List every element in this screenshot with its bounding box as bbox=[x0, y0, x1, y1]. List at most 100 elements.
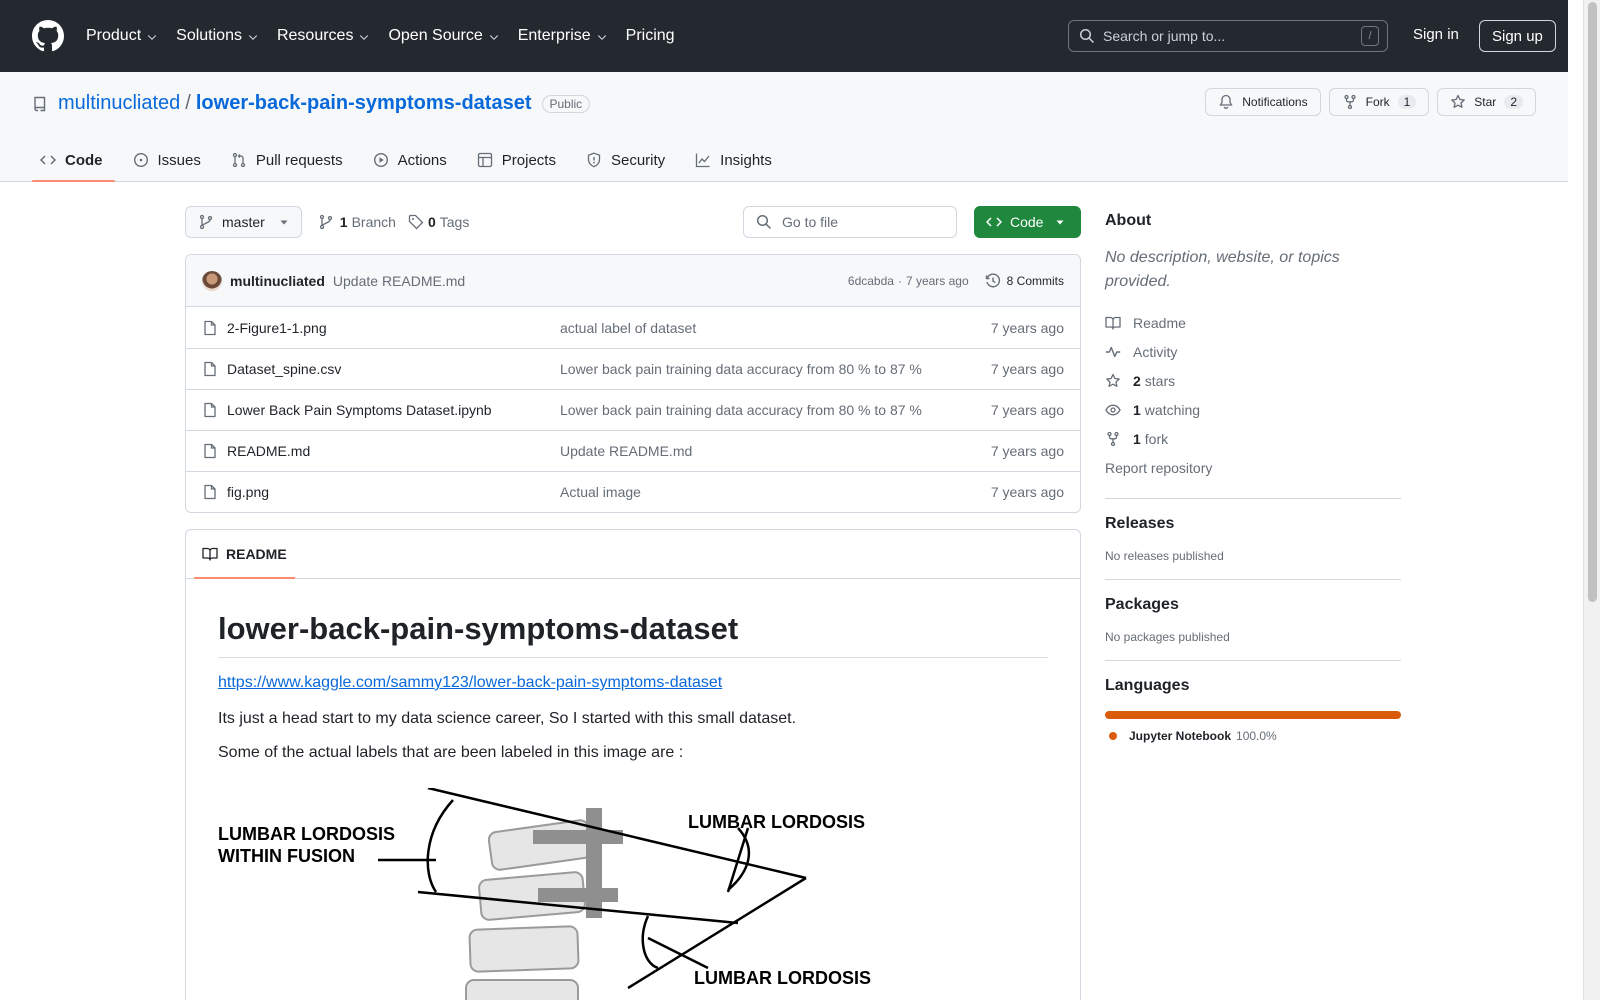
tab-code[interactable]: Code bbox=[32, 138, 115, 182]
notifications-button[interactable]: Notifications bbox=[1205, 88, 1321, 116]
table-row[interactable]: README.md Update README.md 7 years ago bbox=[186, 430, 1080, 471]
tab-readme[interactable]: README bbox=[194, 530, 295, 579]
tab-insights[interactable]: Insights bbox=[687, 138, 784, 182]
search-input[interactable]: Search or jump to... / bbox=[1068, 20, 1388, 52]
packages-title[interactable]: Packages bbox=[1105, 596, 1401, 614]
go-to-file-placeholder: Go to file bbox=[782, 214, 839, 230]
nav-open-source[interactable]: Open Source bbox=[388, 27, 499, 45]
commit-age: 7 years ago bbox=[905, 273, 969, 288]
repo-name-link[interactable]: lower-back-pain-symptoms-dataset bbox=[196, 92, 532, 115]
book-icon bbox=[1105, 316, 1121, 330]
commits-link[interactable]: 8 Commits bbox=[985, 272, 1064, 289]
history-icon bbox=[985, 272, 1000, 287]
nav-product[interactable]: Product bbox=[86, 27, 158, 45]
forks-link[interactable]: 1 fork bbox=[1105, 424, 1401, 453]
figure-label-top-right: LUMBAR LORDOSIS bbox=[688, 812, 865, 832]
branch-label: Branch bbox=[351, 214, 396, 230]
readme-link-label: Readme bbox=[1133, 314, 1186, 331]
file-name[interactable]: 2-Figure1-1.png bbox=[227, 320, 560, 336]
commit-meta: 6dcabda · 7 years ago 8 Commits bbox=[848, 272, 1064, 289]
nav-resources[interactable]: Resources bbox=[277, 27, 370, 45]
table-row[interactable]: Dataset_spine.csv Lower back pain traini… bbox=[186, 348, 1080, 389]
tab-pull-requests[interactable]: Pull requests bbox=[223, 138, 355, 182]
readme-tab-label: README bbox=[226, 546, 287, 562]
star-icon bbox=[1106, 373, 1120, 387]
star-button[interactable]: Star 2 bbox=[1437, 88, 1536, 116]
figure-label-left-1: LUMBAR LORDOSIS bbox=[218, 824, 395, 844]
file-name[interactable]: Lower Back Pain Symptoms Dataset.ipynb bbox=[227, 402, 560, 418]
chevron-down-icon bbox=[248, 35, 258, 41]
language-item[interactable]: Jupyter Notebook 100.0% bbox=[1109, 729, 1401, 743]
commit-message[interactable]: Update README.md bbox=[333, 273, 465, 289]
search-placeholder: Search or jump to... bbox=[1103, 28, 1226, 44]
file-time: 7 years ago bbox=[990, 361, 1064, 377]
figure-label-bottom-right: LUMBAR LORDOSIS bbox=[694, 968, 871, 988]
figure-label-left-2: WITHIN FUSION bbox=[218, 846, 355, 866]
file-name[interactable]: fig.png bbox=[227, 484, 560, 500]
branch-name: master bbox=[222, 214, 265, 230]
file-commit-message[interactable]: Lower back pain training data accuracy f… bbox=[560, 402, 922, 418]
file-commit-message[interactable]: Actual image bbox=[560, 484, 641, 500]
github-logo-icon[interactable] bbox=[32, 20, 64, 52]
file-commit-message[interactable]: Lower back pain training data accuracy f… bbox=[560, 361, 922, 377]
nav-resources-label: Resources bbox=[276, 27, 354, 44]
branch-icon bbox=[199, 214, 213, 230]
file-name[interactable]: Dataset_spine.csv bbox=[227, 361, 560, 377]
tab-actions[interactable]: Actions bbox=[365, 138, 459, 182]
sign-up-button[interactable]: Sign up bbox=[1479, 20, 1556, 52]
watching-link[interactable]: 1 watching bbox=[1105, 395, 1401, 424]
page-scrollbar[interactable] bbox=[1583, 0, 1600, 1000]
table-row[interactable]: Lower Back Pain Symptoms Dataset.ipynb L… bbox=[186, 389, 1080, 430]
tag-count: 0 bbox=[427, 214, 436, 230]
kaggle-link[interactable]: https://www.kaggle.com/sammy123/lower-ba… bbox=[218, 674, 1048, 692]
sign-in-link[interactable]: Sign in bbox=[1413, 26, 1459, 43]
sidebar-divider bbox=[1105, 660, 1401, 661]
about-description: No description, website, or topics provi… bbox=[1105, 249, 1340, 290]
readme-tabbar: README bbox=[186, 530, 1080, 579]
file-commit-message[interactable]: actual label of dataset bbox=[560, 320, 696, 336]
about-list: Readme Activity 2 stars 1 watching 1 for… bbox=[1105, 308, 1401, 482]
file-time: 7 years ago bbox=[990, 443, 1064, 459]
table-icon bbox=[477, 152, 492, 168]
nav-pricing[interactable]: Pricing bbox=[626, 27, 675, 45]
watching-label: watching bbox=[1144, 401, 1201, 418]
branch-select[interactable]: master bbox=[185, 206, 302, 238]
branches-link[interactable]: 1 Branch bbox=[318, 214, 396, 230]
stars-link[interactable]: 2 stars bbox=[1105, 366, 1401, 395]
scrollbar-thumb[interactable] bbox=[1588, 2, 1597, 602]
chevron-down-icon bbox=[597, 35, 606, 41]
caret-down-icon bbox=[280, 220, 288, 225]
tab-issues[interactable]: Issues bbox=[125, 138, 213, 182]
commit-hash[interactable]: 6dcabda bbox=[848, 274, 894, 288]
commit-author[interactable]: multinucliated bbox=[230, 273, 325, 289]
repo-owner-link[interactable]: multinucliated bbox=[58, 92, 180, 115]
go-to-file-input[interactable]: Go to file bbox=[743, 206, 957, 238]
file-time: 7 years ago bbox=[990, 319, 1064, 336]
language-bar bbox=[1105, 711, 1401, 719]
readme-panel: README lower-back-pain-symptoms-dataset … bbox=[185, 529, 1081, 1000]
tab-projects[interactable]: Projects bbox=[469, 138, 568, 182]
code-icon bbox=[986, 217, 1002, 227]
table-row[interactable]: fig.png Actual image 7 years ago bbox=[186, 471, 1080, 512]
activity-link[interactable]: Activity bbox=[1105, 337, 1401, 366]
fork-label: Fork bbox=[1365, 95, 1390, 109]
report-repository-link[interactable]: Report repository bbox=[1105, 453, 1401, 482]
fork-counter: 1 bbox=[1397, 95, 1417, 109]
table-row[interactable]: 2-Figure1-1.png actual label of dataset … bbox=[186, 307, 1080, 348]
tab-pull-requests-label: Pull requests bbox=[255, 151, 343, 169]
code-button[interactable]: Code bbox=[974, 206, 1081, 238]
nav-solutions[interactable]: Solutions bbox=[176, 27, 259, 45]
sidebar-divider bbox=[1105, 498, 1401, 499]
file-name[interactable]: README.md bbox=[227, 443, 560, 459]
readme-link[interactable]: Readme bbox=[1105, 308, 1401, 337]
file-commit-message[interactable]: Update README.md bbox=[560, 443, 692, 459]
nav-enterprise[interactable]: Enterprise bbox=[518, 27, 608, 45]
tab-security[interactable]: Security bbox=[578, 138, 677, 182]
language-name: Jupyter Notebook bbox=[1129, 729, 1232, 743]
tab-actions-label: Actions bbox=[397, 151, 447, 169]
releases-title[interactable]: Releases bbox=[1105, 515, 1401, 533]
tags-link[interactable]: 0 Tags bbox=[408, 214, 469, 230]
avatar[interactable] bbox=[202, 270, 222, 291]
chevron-down-icon bbox=[147, 35, 157, 41]
fork-button[interactable]: Fork 1 bbox=[1328, 88, 1430, 116]
